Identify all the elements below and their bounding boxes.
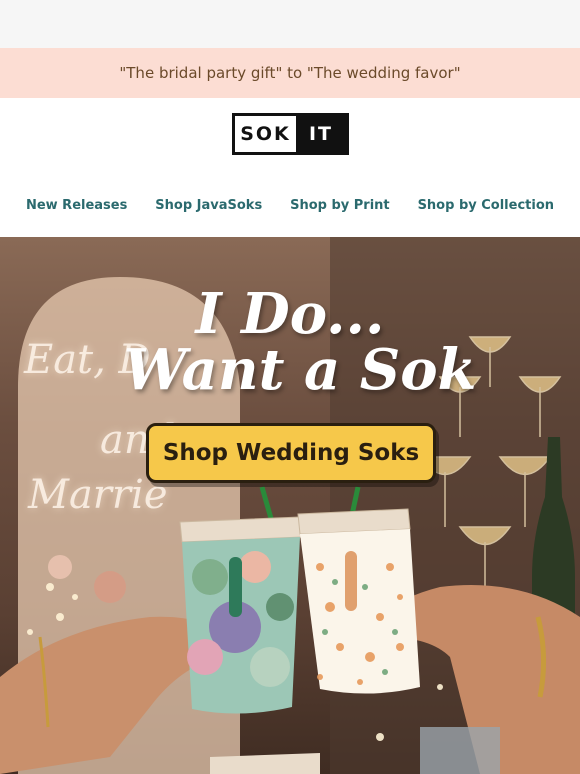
right-sleeve-strap [345, 551, 357, 611]
logo-right: IT [296, 116, 346, 152]
nav-shop-by-collection[interactable]: Shop by Collection [418, 198, 554, 213]
top-spacer [0, 0, 580, 48]
hero-banner[interactable]: Eat, D and Marrie I Do... Want a Sok Sho… [0, 237, 580, 774]
email-header: SOK IT New Releases Shop JavaSoks Shop b… [0, 98, 580, 237]
brand-logo[interactable]: SOK IT [232, 113, 349, 155]
left-straw [259, 486, 275, 523]
shop-wedding-soks-button[interactable]: Shop Wedding Soks [146, 423, 436, 483]
gift-bag [420, 727, 500, 774]
announcement-text: "The bridal party gift" to "The wedding … [119, 64, 461, 82]
nav-new-releases[interactable]: New Releases [26, 198, 127, 213]
hero-headline-line2: Want a Sok [123, 337, 477, 403]
right-cup-sleeve [300, 529, 420, 694]
neon-sign-line3: Marrie [28, 472, 168, 518]
logo-left: SOK [235, 116, 296, 152]
left-sleeve-strap [229, 557, 242, 617]
main-nav: New Releases Shop JavaSoks Shop by Print… [0, 198, 580, 213]
nav-shop-javasoks[interactable]: Shop JavaSoks [155, 198, 262, 213]
nav-shop-by-print[interactable]: Shop by Print [290, 198, 390, 213]
announcement-bar: "The bridal party gift" to "The wedding … [0, 48, 580, 98]
